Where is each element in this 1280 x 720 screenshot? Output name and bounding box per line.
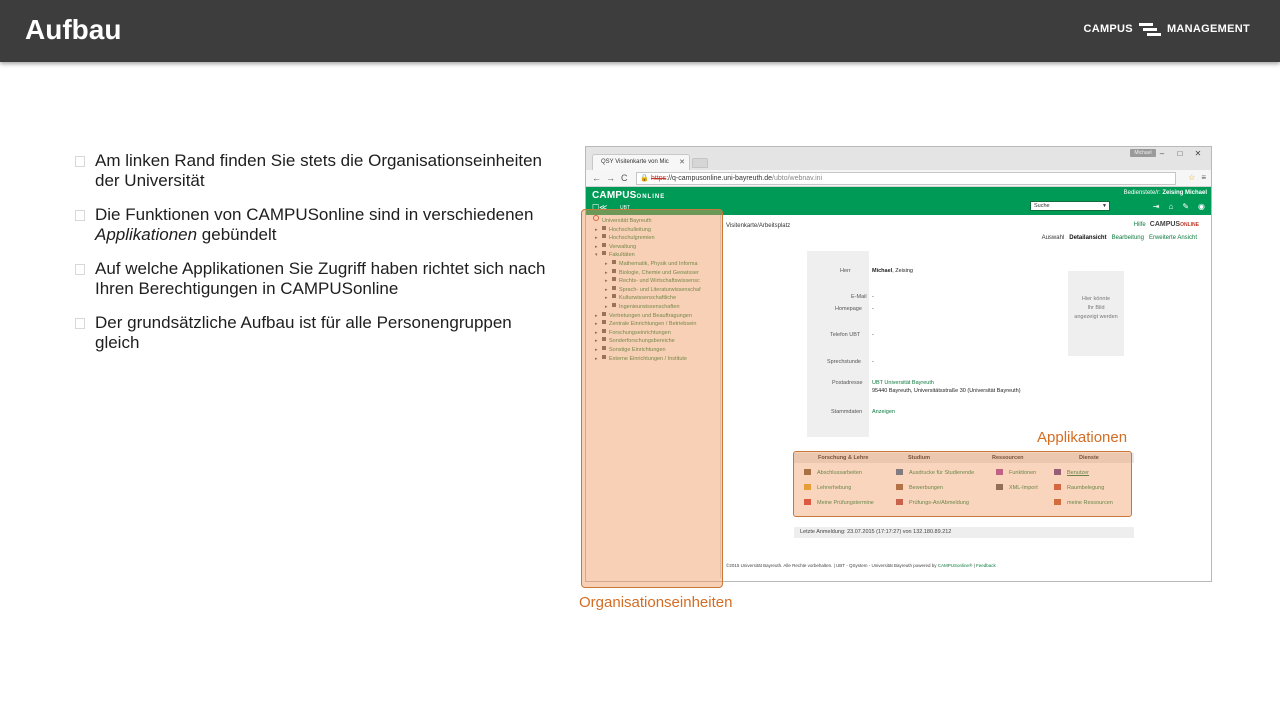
- brand-left: CAMPUS: [1083, 23, 1133, 35]
- tab-auswahl[interactable]: Auswahl: [1042, 235, 1065, 241]
- browser-menu-icon[interactable]: ≡: [1201, 173, 1206, 182]
- minimize-button[interactable]: –: [1155, 149, 1169, 159]
- breadcrumb: Visitenkarte/Arbeitsplatz: [726, 223, 791, 229]
- email-label: E-Mail: [851, 294, 867, 300]
- bullet-marker: [75, 264, 85, 275]
- bullet-text-emphasis: Applikationen: [95, 225, 198, 244]
- bullet-text-post: gebündelt: [197, 225, 277, 244]
- window-user-badge[interactable]: Michael: [1130, 149, 1156, 157]
- org-units-label: Organisationseinheiten: [579, 594, 733, 611]
- photo-placeholder: Hier könnte Ihr Bild angezeigt werden: [1068, 271, 1124, 356]
- footer-campusonline-link[interactable]: CAMPUSonline®: [938, 563, 973, 568]
- back-icon[interactable]: ←: [592, 173, 601, 183]
- photo-text-line: Hier könnte: [1081, 296, 1111, 302]
- logo-online: ONLINE: [636, 194, 666, 200]
- bullet-marker: [75, 156, 85, 167]
- logo-campus: CAMPUS: [592, 190, 637, 201]
- bullet-text: Auf welche Applikationen Sie Zugriff hab…: [95, 259, 546, 298]
- bullet-item: Am linken Rand finden Sie stets die Orga…: [75, 151, 555, 191]
- url-path: /ubto/webnav.ini: [772, 175, 823, 182]
- footer-feedback-link[interactable]: Feedback: [976, 563, 996, 568]
- office-hours-label: Sprechstunde: [827, 359, 861, 365]
- bullet-text-pre: Die Funktionen von CAMPUSonline sind in …: [95, 205, 534, 224]
- browser-toolbar: ← → C 🔒 https://q-campusonline.uni-bayreu…: [586, 170, 1211, 187]
- user-name: Zeising Michael: [1162, 190, 1207, 196]
- view-tabs: Auswahl Detailansicht Bearbeitung Erweit…: [1042, 235, 1197, 241]
- url-host: ://q-campusonline.uni-bayreuth.de: [666, 175, 773, 182]
- bookmark-star-icon[interactable]: ☆: [1188, 173, 1195, 182]
- campus-management-logo: CAMPUS MANAGEMENT: [1083, 22, 1250, 36]
- address-bar[interactable]: 🔒 https://q-campusonline.uni-bayreuth.de/…: [636, 172, 1176, 185]
- forward-icon[interactable]: →: [606, 173, 615, 183]
- tab-detailansicht[interactable]: Detailansicht: [1069, 235, 1106, 241]
- header-icon-bar: ⇥ ⌂ ✎ ◉: [1153, 202, 1205, 211]
- campusonline-logo[interactable]: CAMPUSONLINE: [592, 190, 665, 201]
- window-controls: – □ ✕: [1155, 149, 1205, 159]
- email-value: -: [872, 294, 874, 300]
- campusonline-mini-logo: CAMPUSONLINE: [1150, 221, 1199, 228]
- salutation-label: Herr: [840, 268, 851, 274]
- brand-right: MANAGEMENT: [1166, 23, 1250, 35]
- toolbar-right: ☆ ≡: [1188, 173, 1206, 182]
- tab-close-icon[interactable]: ✕: [679, 158, 685, 166]
- bullet-item: Der grundsätzliche Aufbau ist für alle P…: [75, 313, 555, 353]
- homepage-value: -: [872, 306, 874, 312]
- photo-text-line: Ihr Bild: [1087, 305, 1105, 311]
- browser-tab[interactable]: QSY Visitenkarte von Mic ✕: [592, 154, 690, 170]
- help-link[interactable]: Hilfe: [1134, 222, 1146, 228]
- bullet-marker: [75, 318, 85, 329]
- bullet-list: Am linken Rand finden Sie stets die Orga…: [75, 151, 555, 367]
- mini-logo-online: ONLINE: [1180, 222, 1199, 228]
- content-area: Visitenkarte/Arbeitsplatz Hilfe CAMPUSON…: [722, 215, 1209, 578]
- tab-erweiterte-ansicht[interactable]: Erweiterte Ansicht: [1149, 235, 1197, 241]
- profile-name: Michael, Zeising: [872, 268, 913, 274]
- tab-bearbeitung[interactable]: Bearbeitung: [1112, 235, 1144, 241]
- home-icon[interactable]: ⌂: [1168, 202, 1173, 211]
- dashboard-icon[interactable]: ◉: [1198, 202, 1205, 211]
- user-info: Bedienstete/r: Zeising Michael: [1124, 190, 1207, 196]
- search-placeholder: Suche: [1034, 203, 1050, 209]
- masterdata-link[interactable]: Anzeigen: [872, 409, 895, 415]
- browser-tabstrip: QSY Visitenkarte von Mic ✕ Michael – □ ✕: [586, 147, 1211, 170]
- maximize-button[interactable]: □: [1173, 149, 1187, 159]
- applications-label: Applikationen: [1037, 429, 1128, 446]
- masterdata-label: Stammdaten: [831, 409, 863, 415]
- bullet-item: Die Funktionen von CAMPUSonline sind in …: [75, 205, 555, 245]
- slide-title: Aufbau: [25, 14, 122, 45]
- slide-header: Aufbau CAMPUS MANAGEMENT: [0, 0, 1280, 62]
- footer-copyright: ©2015 Universität Bayreuth. Alle Rechte …: [726, 563, 938, 568]
- reload-icon[interactable]: C: [621, 173, 628, 183]
- last-login-bar: Letzte Anmeldung: 23.07.2015 (17:17:27) …: [794, 527, 1134, 538]
- address-label: Postadresse: [832, 380, 863, 386]
- user-role-label: Bedienstete/r:: [1123, 190, 1163, 196]
- last-name: , Zeising: [892, 268, 913, 274]
- applications-highlight: [793, 451, 1132, 517]
- logout-icon[interactable]: ⇥: [1153, 202, 1160, 211]
- help-area: Hilfe CAMPUSONLINE: [1134, 221, 1199, 228]
- org-units-highlight: [581, 209, 723, 588]
- new-tab-button[interactable]: [692, 158, 708, 168]
- bullet-text: Am linken Rand finden Sie stets die Orga…: [95, 151, 542, 190]
- address-line2: 95440 Bayreuth, Universitätsstraße 30 (U…: [872, 388, 1021, 394]
- phone-label: Telefon UBT: [830, 332, 861, 338]
- homepage-label: Homepage: [835, 306, 862, 312]
- office-hours-value: -: [872, 359, 874, 365]
- address-line1[interactable]: UBT Universität Bayreuth: [872, 380, 934, 386]
- close-window-button[interactable]: ✕: [1191, 149, 1205, 159]
- chevron-down-icon: ▼: [1102, 203, 1107, 209]
- bullet-text: Der grundsätzliche Aufbau ist für alle P…: [95, 313, 512, 352]
- page-footer: ©2015 Universität Bayreuth. Alle Rechte …: [726, 563, 996, 568]
- edit-icon[interactable]: ✎: [1182, 202, 1189, 211]
- insecure-lock-icon: 🔒: [640, 175, 649, 182]
- bullet-item: Auf welche Applikationen Sie Zugriff hab…: [75, 259, 555, 299]
- mini-logo-campus: CAMPUS: [1149, 221, 1181, 228]
- tab-title: QSY Visitenkarte von Mic: [601, 159, 669, 165]
- search-select[interactable]: Suche ▼: [1030, 201, 1110, 211]
- photo-text-line: angezeigt werden: [1074, 314, 1118, 320]
- bullet-marker: [75, 210, 85, 221]
- url-scheme: https: [651, 175, 667, 182]
- first-name: Michael: [872, 268, 893, 274]
- brand-mark-icon: [1138, 23, 1161, 36]
- phone-value: -: [872, 332, 874, 338]
